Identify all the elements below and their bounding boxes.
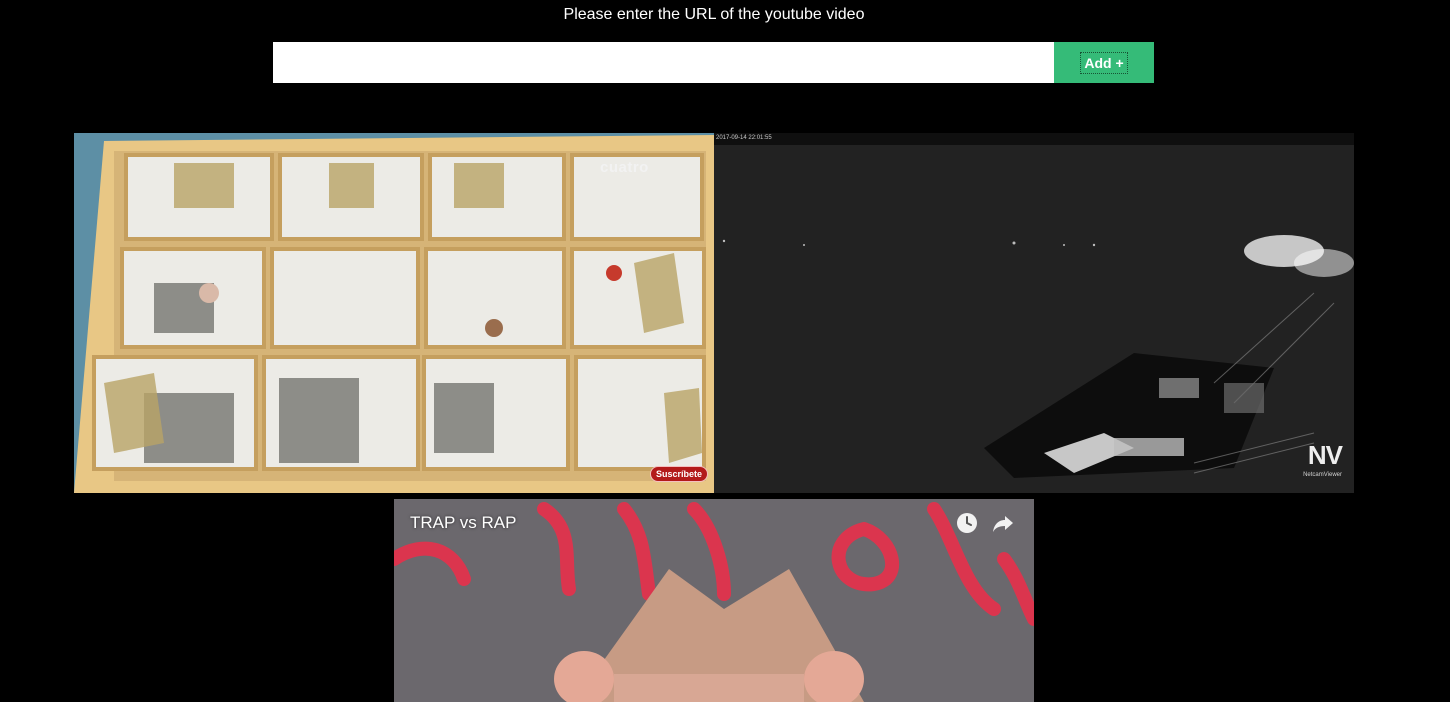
video-player-1[interactable]: cuatro Suscríbete (74, 133, 714, 493)
share-icon[interactable] (992, 512, 1014, 534)
page: Please enter the URL of the youtube vide… (0, 0, 1450, 702)
video-player-2[interactable]: 2017-09-14 22:01:55 NV NetcamViewer (714, 133, 1354, 493)
add-button[interactable]: Add + (1054, 42, 1154, 83)
netcamviewer-logo-subtitle: NetcamViewer (1303, 472, 1342, 478)
video-frame-harbor (714, 133, 1354, 493)
video-player-3[interactable]: TRAP vs RAP (394, 499, 1034, 702)
clock-icon[interactable] (956, 512, 978, 534)
url-prompt: Please enter the URL of the youtube vide… (563, 6, 865, 23)
video-frame-rooms (74, 133, 714, 493)
url-input[interactable] (273, 42, 1054, 83)
video-title: TRAP vs RAP (410, 513, 517, 532)
camera-timestamp: 2017-09-14 22:01:55 (716, 135, 772, 141)
subscribe-button[interactable]: Suscríbete (650, 466, 709, 482)
add-button-label: Add + (1080, 51, 1128, 74)
channel-logo: cuatro (600, 159, 649, 176)
netcamviewer-logo: NV (1307, 440, 1343, 470)
